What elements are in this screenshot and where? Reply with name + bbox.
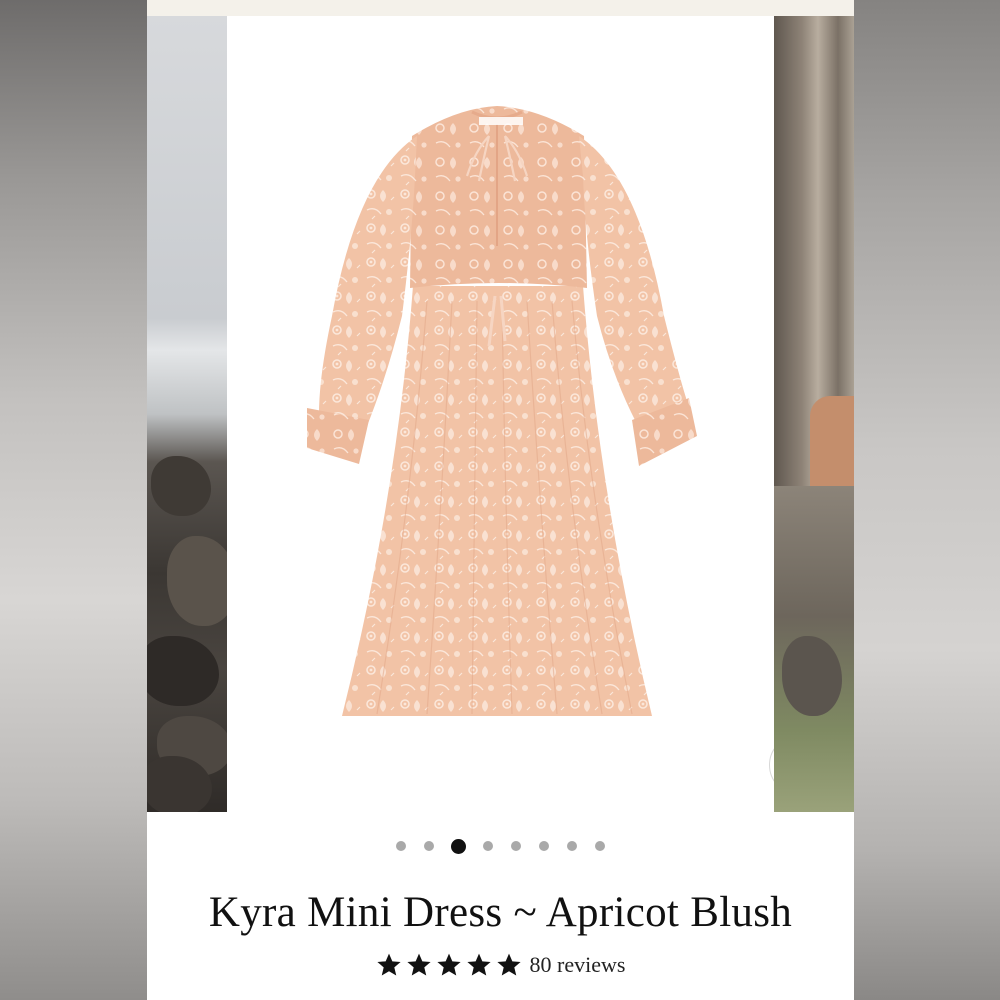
carousel-dot-8[interactable]	[595, 841, 605, 851]
left-backdrop	[0, 0, 147, 1000]
star-icon	[466, 953, 491, 976]
star-rating	[376, 952, 522, 978]
carousel-dot-4[interactable]	[483, 841, 493, 851]
carousel-dot-5[interactable]	[511, 841, 521, 851]
previous-photo-peek[interactable]	[147, 16, 227, 812]
right-backdrop	[853, 0, 1000, 1000]
carousel-dots	[147, 838, 854, 854]
top-strip	[147, 0, 854, 16]
product-image[interactable]	[227, 16, 829, 812]
star-icon	[376, 953, 401, 976]
carousel-dot-3-active[interactable]	[451, 838, 466, 854]
star-icon	[496, 953, 521, 976]
carousel-dot-7[interactable]	[567, 841, 577, 851]
product-title: Kyra Mini Dress ~ Apricot Blush	[208, 889, 793, 936]
star-icon	[406, 953, 431, 976]
product-gallery[interactable]	[147, 16, 854, 812]
star-icon	[436, 953, 461, 976]
reviews-link[interactable]: 80 reviews	[530, 952, 626, 978]
carousel-dot-2[interactable]	[424, 841, 434, 851]
next-photo-peek[interactable]	[774, 16, 854, 812]
carousel-dot-1[interactable]	[396, 841, 406, 851]
dress-illustration	[307, 106, 697, 716]
product-page: Kyra Mini Dress ~ Apricot Blush 80 revie…	[147, 0, 854, 1000]
product-rating[interactable]: 80 reviews	[147, 952, 854, 978]
carousel-dot-6[interactable]	[539, 841, 549, 851]
